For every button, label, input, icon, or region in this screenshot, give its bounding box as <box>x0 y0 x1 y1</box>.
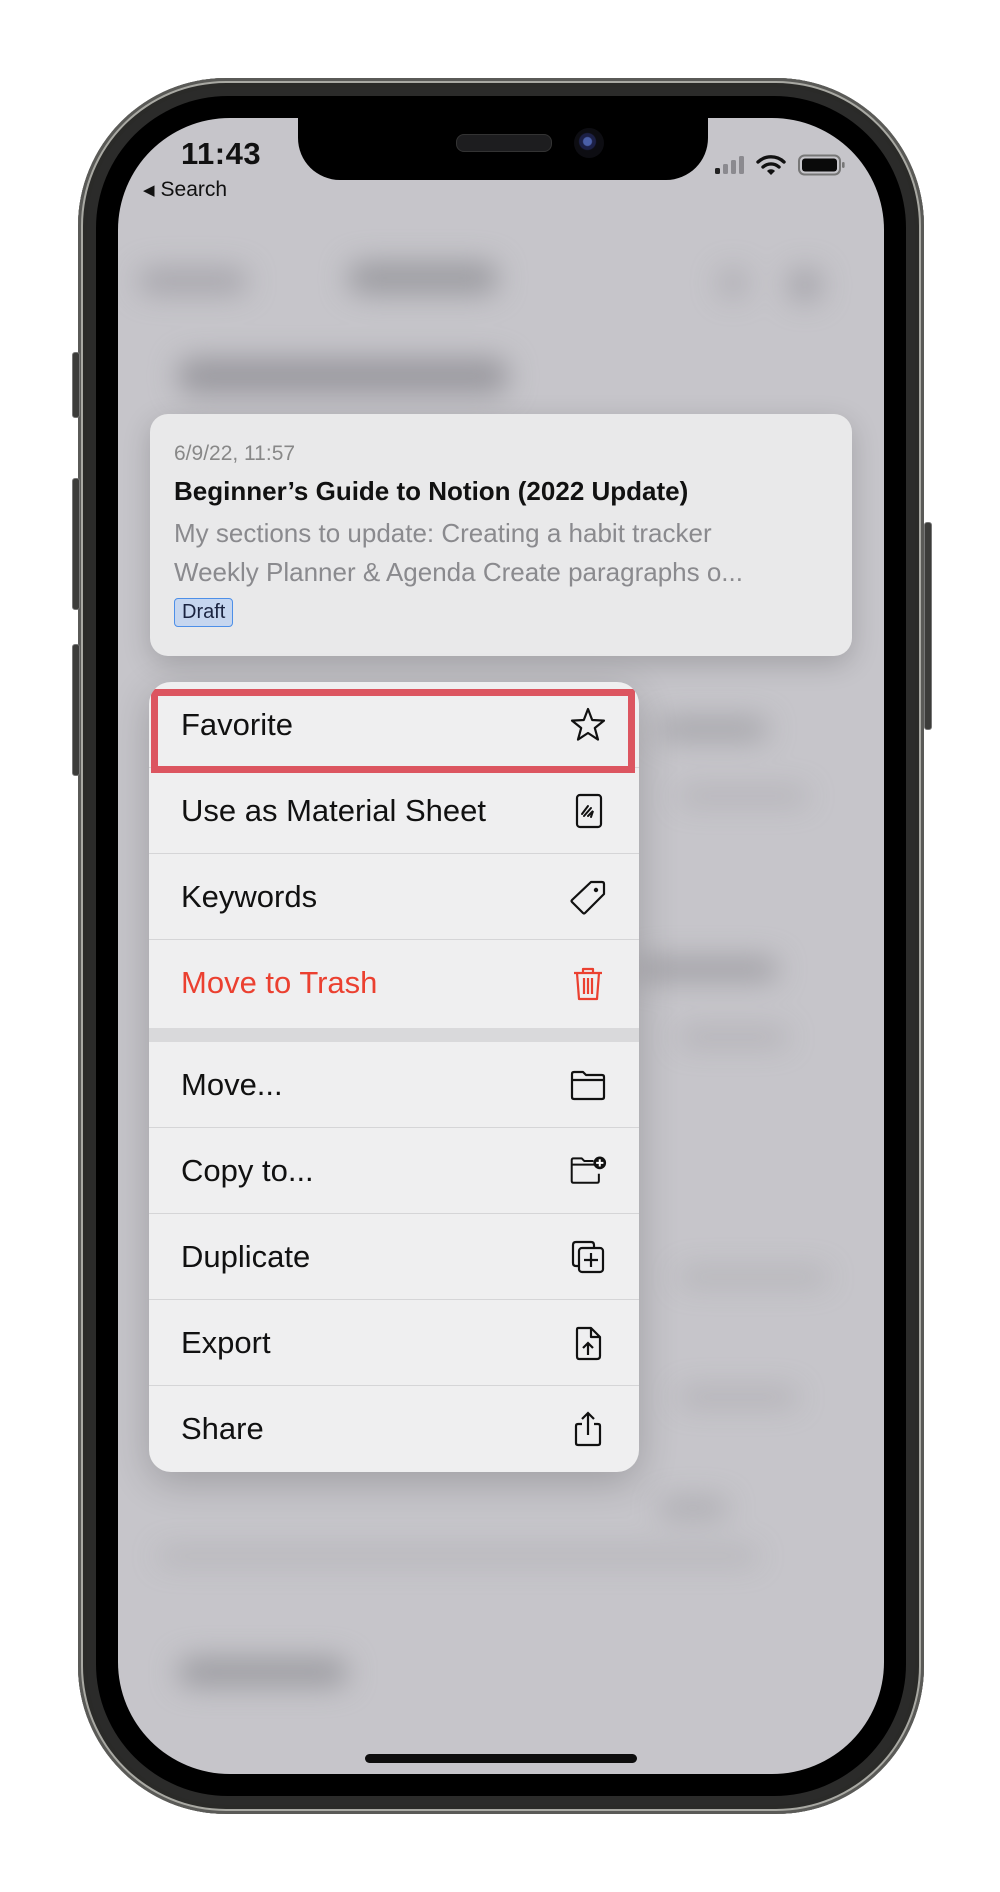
status-icons <box>715 154 846 176</box>
draft-badge: Draft <box>174 598 234 627</box>
menu-item-label: Export <box>181 1324 271 1360</box>
home-indicator[interactable] <box>365 1754 637 1763</box>
menu-item-export[interactable]: Export <box>149 1300 639 1386</box>
notch <box>298 118 708 180</box>
volume-down-button <box>72 644 80 776</box>
export-document-icon <box>569 1324 607 1362</box>
duplicate-icon <box>569 1238 607 1276</box>
note-excerpt-line: Weekly Planner & Agenda Create paragraph… <box>174 557 743 587</box>
material-sheet-icon <box>569 792 607 830</box>
cellular-signal-icon <box>715 156 744 174</box>
front-camera-icon <box>574 128 604 158</box>
context-menu: Favorite Use as Material Sheet Keywords … <box>149 682 639 1472</box>
menu-item-move-to-trash[interactable]: Move to Trash <box>149 940 639 1026</box>
action-button <box>72 352 80 418</box>
menu-item-label: Use as Material Sheet <box>181 792 486 828</box>
power-button <box>924 522 932 730</box>
back-label: Search <box>160 178 228 201</box>
back-to-search-button[interactable]: ◀ Search <box>143 178 227 202</box>
star-icon <box>569 706 607 744</box>
menu-item-copy-to[interactable]: Copy to... <box>149 1128 639 1214</box>
note-preview-card[interactable]: 6/9/22, 11:57 Beginner’s Guide to Notion… <box>150 414 852 656</box>
menu-item-duplicate[interactable]: Duplicate <box>149 1214 639 1300</box>
status-time: 11:43 <box>181 136 262 171</box>
back-arrow-icon: ◀ <box>143 182 155 199</box>
tag-icon <box>569 878 607 916</box>
note-excerpt: My sections to update: Creating a habit … <box>174 514 834 592</box>
menu-item-label: Keywords <box>181 878 318 914</box>
menu-item-favorite[interactable]: Favorite <box>149 682 639 768</box>
folder-icon <box>569 1066 607 1104</box>
menu-item-move[interactable]: Move... <box>149 1042 639 1128</box>
menu-item-label: Copy to... <box>181 1152 314 1188</box>
menu-item-share[interactable]: Share <box>149 1386 639 1472</box>
menu-group-separator <box>149 1028 639 1042</box>
menu-item-label: Favorite <box>181 706 293 742</box>
menu-item-label: Move to Trash <box>181 965 378 1000</box>
share-icon <box>569 1410 607 1448</box>
menu-item-use-as-material-sheet[interactable]: Use as Material Sheet <box>149 768 639 854</box>
folder-add-icon <box>569 1152 607 1190</box>
trash-icon <box>569 964 607 1002</box>
menu-item-label: Share <box>181 1411 264 1446</box>
wifi-icon <box>756 155 786 175</box>
menu-item-label: Move... <box>181 1066 283 1102</box>
menu-item-label: Duplicate <box>181 1238 311 1274</box>
volume-up-button <box>72 478 80 610</box>
phone-screen: 11:43 ◀ Search 6/9/22, 11:57 Beginner’s … <box>118 118 884 1774</box>
note-date: 6/9/22, 11:57 <box>174 442 296 465</box>
battery-icon <box>798 154 845 176</box>
note-excerpt-line: My sections to update: Creating a habit … <box>174 518 712 548</box>
menu-item-keywords[interactable]: Keywords <box>149 854 639 940</box>
note-title: Beginner’s Guide to Notion (2022 Update) <box>174 476 689 506</box>
earpiece-speaker <box>456 134 552 152</box>
